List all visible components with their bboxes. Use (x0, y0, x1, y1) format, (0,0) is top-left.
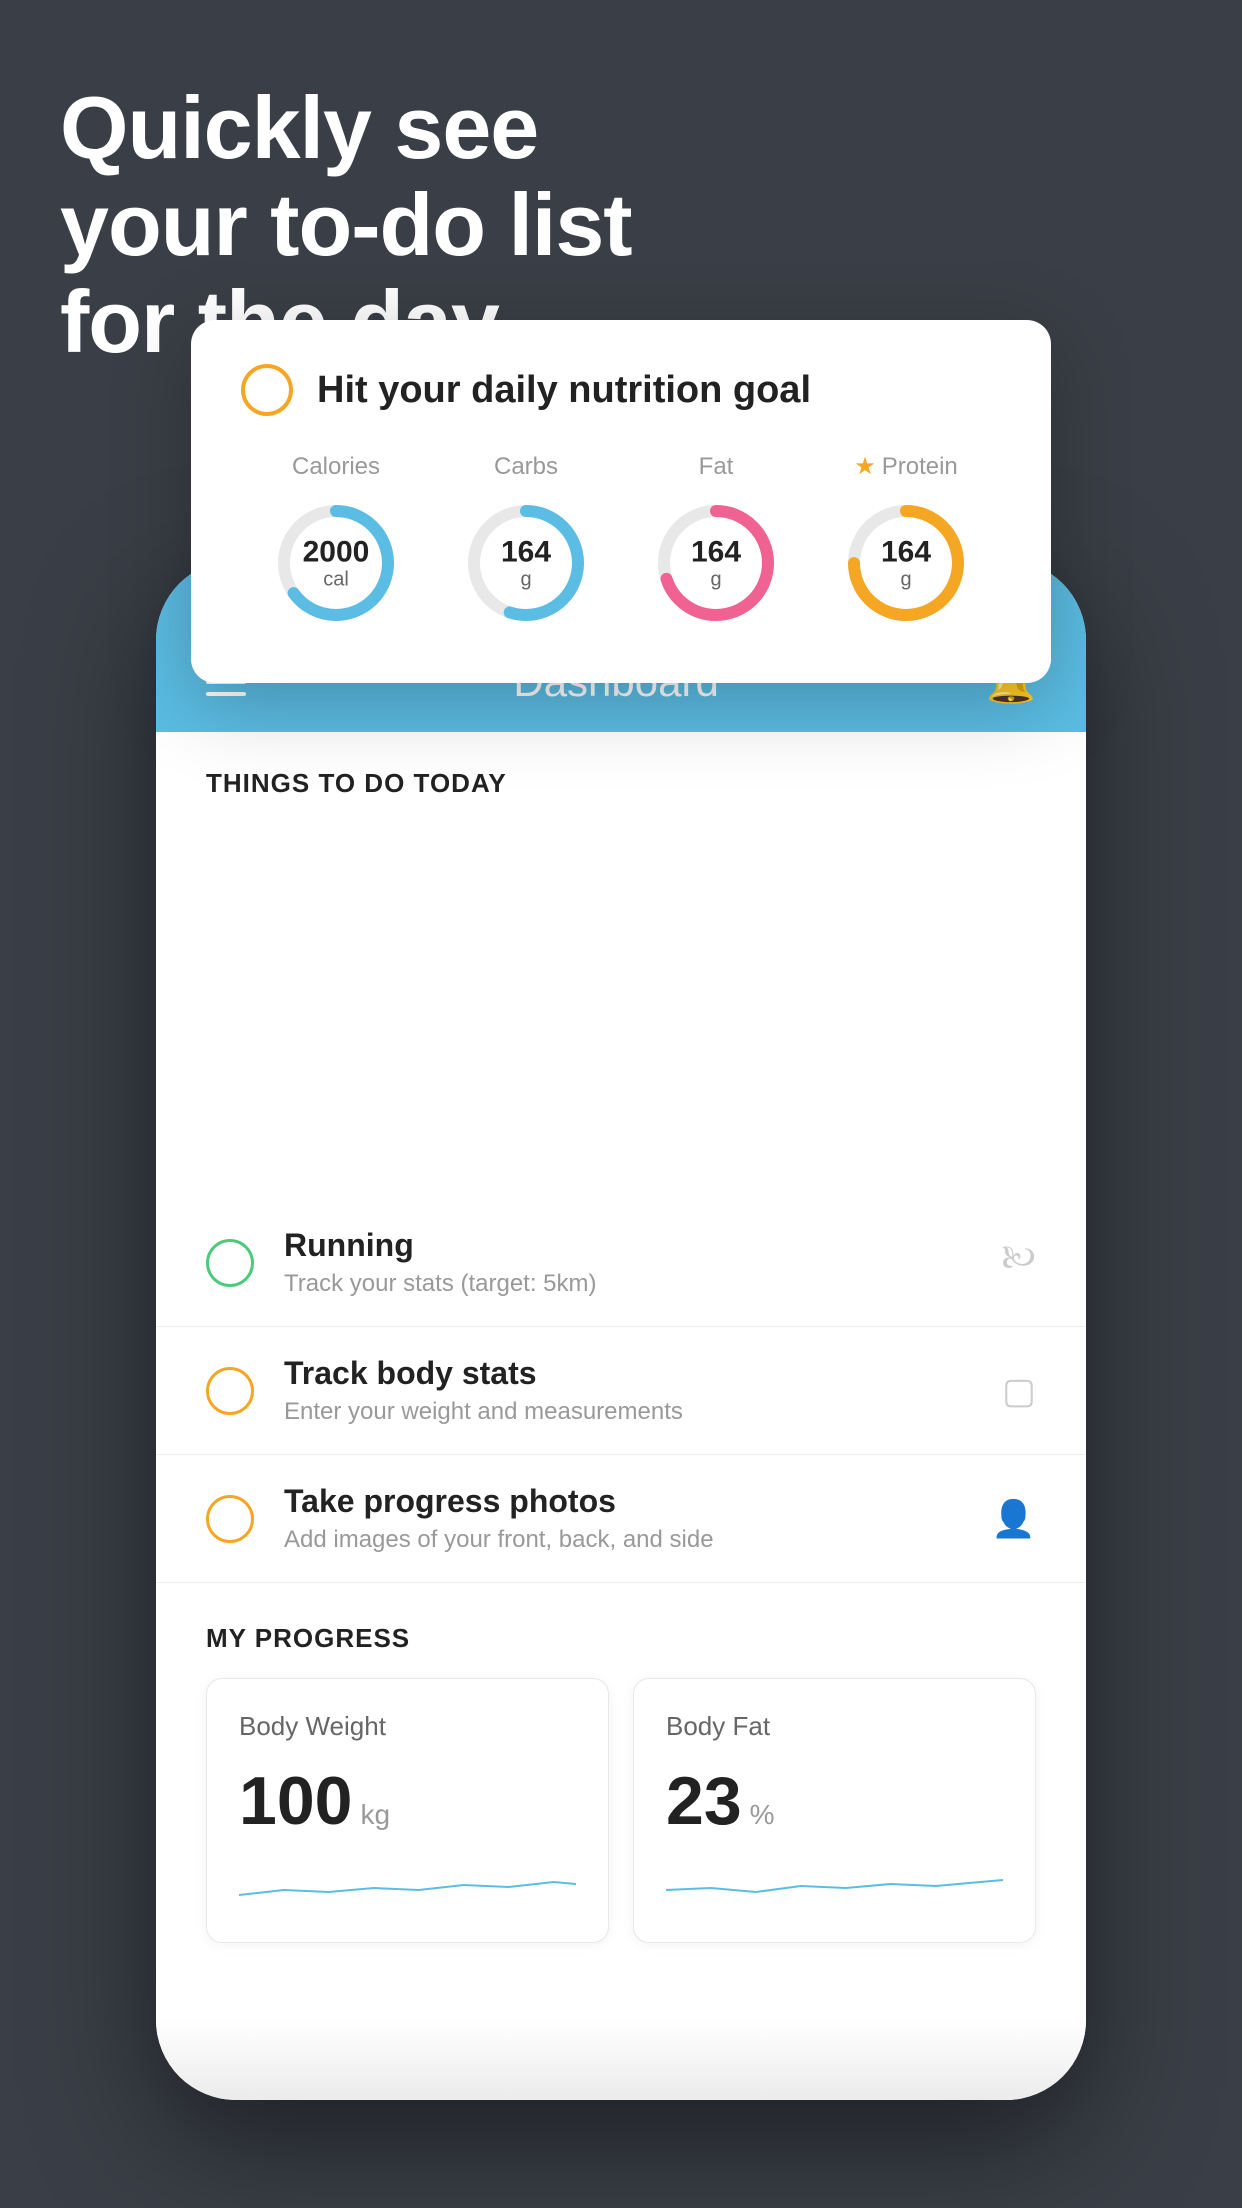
nutrition-card-title: Hit your daily nutrition goal (317, 369, 811, 412)
body-weight-value-row: 100 kg (239, 1762, 576, 1840)
my-progress-section: MY PROGRESS Body Weight 100 kg (156, 1583, 1086, 1943)
nutrition-fat: Fat 164 g (646, 453, 786, 633)
body-fat-number: 23 (666, 1762, 742, 1840)
protein-value: 164 (881, 536, 931, 569)
todo-list: Running Track your stats (target: 5km) 🙠… (156, 1199, 1086, 1583)
body-weight-unit: kg (360, 1799, 390, 1831)
fat-unit: g (691, 568, 741, 590)
body-weight-chart (239, 1860, 576, 1910)
todo-text-progress-photos: Take progress photos Add images of your … (284, 1483, 961, 1554)
body-fat-value-row: 23 % (666, 1762, 1003, 1840)
progress-cards: Body Weight 100 kg Body Fat 23 (206, 1678, 1036, 1943)
todo-check-progress-photos[interactable] (206, 1495, 254, 1543)
calories-unit: cal (303, 568, 370, 590)
fat-label: Fat (699, 453, 734, 481)
todo-text-body-stats: Track body stats Enter your weight and m… (284, 1355, 972, 1426)
carbs-donut: 164 g (456, 493, 596, 633)
body-weight-card-title: Body Weight (239, 1711, 576, 1742)
carbs-value: 164 (501, 535, 551, 568)
things-to-do-header: THINGS TO DO TODAY (156, 732, 1086, 819)
nutrition-check-circle[interactable] (241, 364, 293, 416)
progress-section-title: MY PROGRESS (206, 1623, 1036, 1654)
todo-subtitle-progress-photos: Add images of your front, back, and side (284, 1526, 961, 1554)
fat-value: 164 (691, 535, 741, 568)
todo-text-running: Running Track your stats (target: 5km) (284, 1227, 971, 1298)
fat-value-center: 164 g (691, 535, 741, 590)
nutrition-card-header: Hit your daily nutrition goal (241, 364, 1001, 416)
nutrition-carbs: Carbs 164 g (456, 453, 596, 633)
todo-item-running[interactable]: Running Track your stats (target: 5km) 🙠 (156, 1199, 1086, 1327)
protein-unit: g (881, 569, 931, 591)
todo-title-running: Running (284, 1227, 971, 1264)
shoe-icon: 🙠 (1001, 1232, 1036, 1293)
calories-value-center: 2000 cal (303, 535, 370, 590)
protein-label: ★ Protein (854, 452, 958, 481)
carbs-unit: g (501, 568, 551, 590)
todo-check-running[interactable] (206, 1239, 254, 1287)
nutrition-calories: Calories 2000 cal (266, 453, 406, 633)
person-icon: 👤 (991, 1498, 1036, 1540)
todo-check-body-stats[interactable] (206, 1367, 254, 1415)
carbs-value-center: 164 g (501, 535, 551, 590)
calories-label: Calories (292, 453, 380, 481)
nutrition-grid: Calories 2000 cal Carbs (241, 452, 1001, 633)
protein-value-center: 164 g (881, 536, 931, 591)
body-fat-chart (666, 1860, 1003, 1910)
calories-value: 2000 (303, 535, 370, 568)
todo-subtitle-body-stats: Enter your weight and measurements (284, 1398, 972, 1426)
calories-donut: 2000 cal (266, 493, 406, 633)
todo-title-progress-photos: Take progress photos (284, 1483, 961, 1520)
todo-item-progress-photos[interactable]: Take progress photos Add images of your … (156, 1455, 1086, 1583)
body-fat-unit: % (750, 1799, 775, 1831)
body-weight-card[interactable]: Body Weight 100 kg (206, 1678, 609, 1943)
body-fat-card-title: Body Fat (666, 1711, 1003, 1742)
todo-subtitle-running: Track your stats (target: 5km) (284, 1270, 971, 1298)
todo-item-body-stats[interactable]: Track body stats Enter your weight and m… (156, 1327, 1086, 1455)
carbs-label: Carbs (494, 453, 558, 481)
body-fat-card[interactable]: Body Fat 23 % (633, 1678, 1036, 1943)
phone-mockup: 9:41 ∿ Dashboard 🔔 THINGS TO DO TODA (156, 560, 1086, 2100)
nutrition-card: Hit your daily nutrition goal Calories 2… (191, 320, 1051, 683)
scale-icon: ▢ (1002, 1370, 1036, 1412)
protein-donut: 164 g (836, 493, 976, 633)
todo-title-body-stats: Track body stats (284, 1355, 972, 1392)
fat-donut: 164 g (646, 493, 786, 633)
nutrition-protein: ★ Protein 164 g (836, 452, 976, 633)
protein-star-icon: ★ (854, 452, 876, 481)
body-weight-number: 100 (239, 1762, 352, 1840)
app-screen: THINGS TO DO TODAY Running Track your st… (156, 732, 1086, 2100)
